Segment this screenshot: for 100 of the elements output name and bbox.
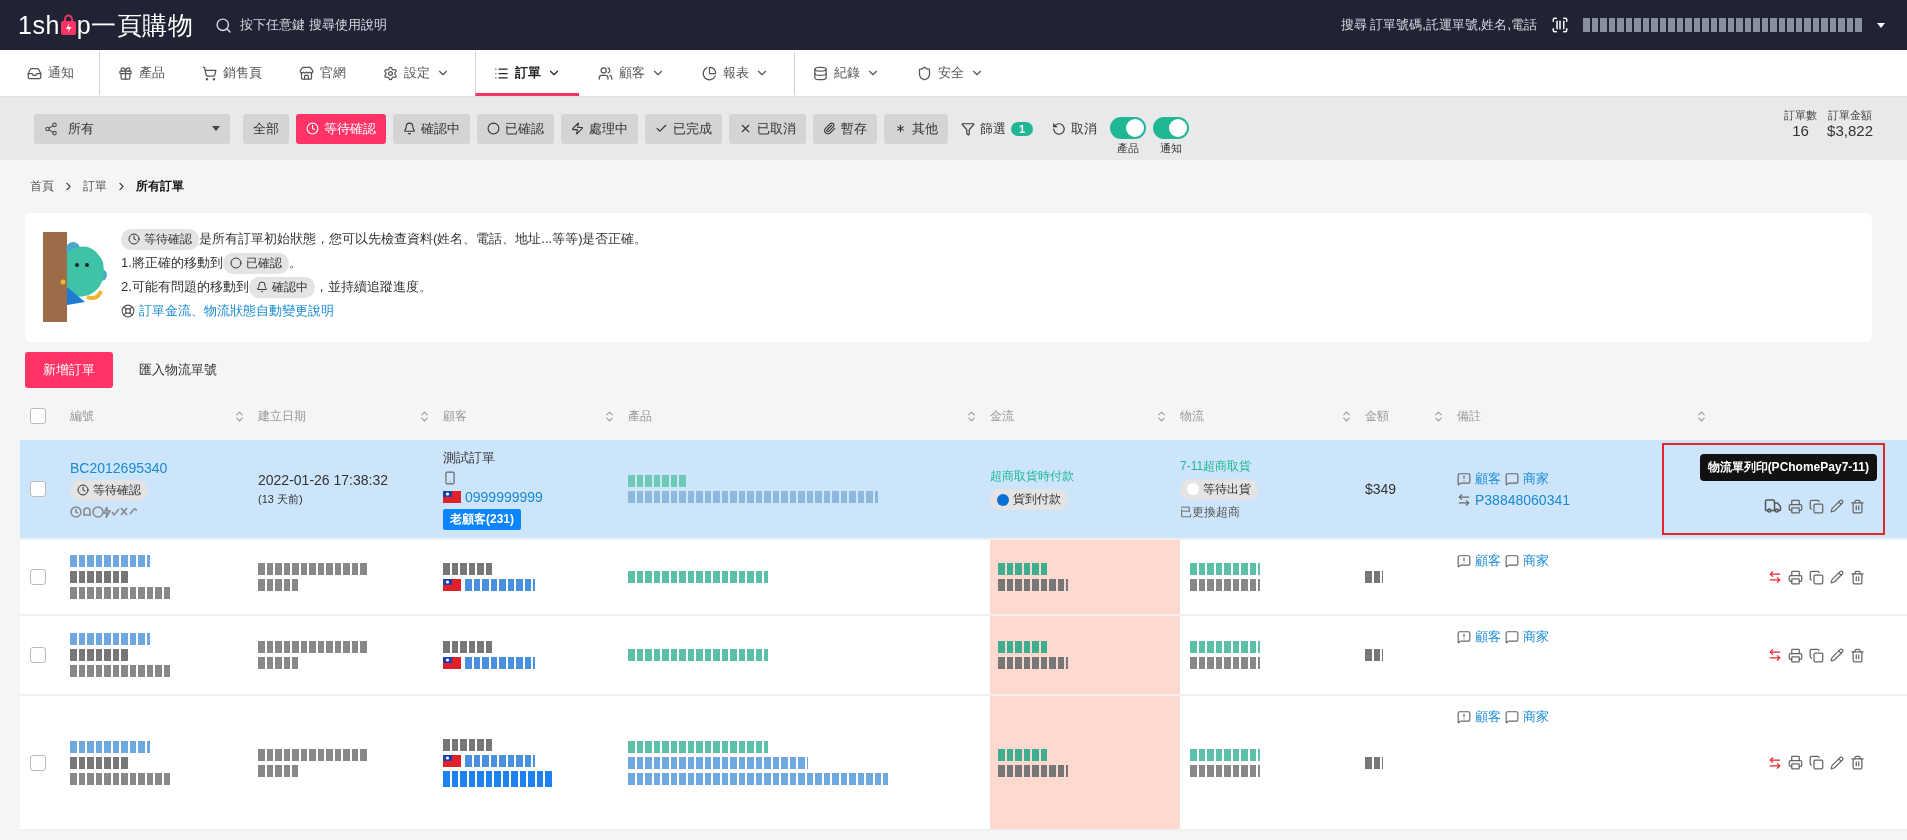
sort-icon[interactable] bbox=[965, 409, 978, 423]
status-badge: 等待確認 bbox=[70, 479, 148, 501]
printer-icon[interactable] bbox=[1788, 755, 1803, 770]
trash-icon[interactable] bbox=[1850, 755, 1865, 770]
status-filter-button[interactable]: 其他 bbox=[884, 113, 948, 144]
close-icon bbox=[739, 122, 752, 135]
customer-note-link[interactable]: 顧客 bbox=[1475, 552, 1501, 570]
printer-icon[interactable] bbox=[1788, 569, 1803, 585]
alert-message-icon bbox=[1457, 630, 1471, 644]
customer-note-link[interactable]: 顧客 bbox=[1475, 708, 1501, 726]
status-filter-button[interactable]: 處理中 bbox=[561, 113, 638, 144]
nav-tab[interactable]: 安全 bbox=[898, 50, 1002, 96]
status-filter-button[interactable]: 等待確認 bbox=[296, 113, 386, 144]
copy-icon[interactable] bbox=[1809, 498, 1824, 514]
toggle-switch[interactable] bbox=[1110, 117, 1147, 139]
printer-icon[interactable] bbox=[1788, 498, 1803, 514]
nav-tab[interactable]: 報表 bbox=[683, 50, 787, 96]
nav-tab[interactable]: 銷售頁 bbox=[183, 50, 280, 96]
breadcrumb-link[interactable]: 訂單 bbox=[83, 178, 107, 195]
select-all-checkbox[interactable] bbox=[30, 408, 46, 424]
trash-icon[interactable] bbox=[1850, 569, 1865, 585]
bell-icon bbox=[403, 122, 416, 135]
nav-tab[interactable]: 官網 bbox=[280, 50, 364, 96]
relative-time: (13 天前) bbox=[258, 491, 304, 507]
swap-icon[interactable] bbox=[1768, 755, 1782, 770]
nav-tab[interactable]: 設定 bbox=[364, 50, 468, 96]
sort-icon[interactable] bbox=[1155, 409, 1168, 423]
sort-icon[interactable] bbox=[1695, 409, 1708, 423]
help-search-hint[interactable]: 按下任意鍵 搜尋使用說明 bbox=[240, 16, 387, 34]
filter-button[interactable]: 篩選 1 bbox=[955, 113, 1040, 144]
customer-tag: 老顧客(231) bbox=[443, 508, 521, 530]
swap-icon[interactable] bbox=[1768, 648, 1782, 662]
cancel-button[interactable]: 取消 bbox=[1046, 113, 1104, 144]
customer-note-link[interactable]: 顧客 bbox=[1475, 628, 1501, 646]
copy-icon[interactable] bbox=[1809, 755, 1824, 770]
status-filter-button[interactable]: 已確認 bbox=[477, 113, 554, 144]
redacted-text bbox=[998, 563, 1048, 575]
order-search-hint[interactable]: 搜尋 訂單號碼,託運單號,姓名,電話 bbox=[1340, 16, 1537, 34]
toggle-switch[interactable] bbox=[1153, 117, 1190, 139]
status-select[interactable]: 所有 bbox=[34, 113, 230, 144]
order-row[interactable]: BC2012695340 等待確認 2022-01-26 17:38:32 (13 天前) 測試訂單 0999999999 老顧客(231) 超商取貨時付款 貨到付款 7-11超商取貨 等待出貨 已更換超商 $349 顧客 商家 P38848060341 物流單列印(PChomePay7-11) bbox=[20, 440, 1907, 540]
toggle-label: 通知 bbox=[1160, 141, 1183, 156]
nav-tab[interactable]: 產品 bbox=[99, 50, 183, 96]
merchant-note-link[interactable]: 商家 bbox=[1523, 628, 1549, 646]
barcode-scan-icon[interactable] bbox=[1551, 16, 1569, 34]
flag-icon bbox=[443, 754, 461, 767]
status-filter-button[interactable]: 暫存 bbox=[813, 113, 877, 144]
status-filter-button[interactable]: 確認中 bbox=[393, 113, 470, 144]
status-filter-button[interactable]: 已完成 bbox=[645, 113, 722, 144]
sort-icon[interactable] bbox=[603, 409, 616, 423]
row-checkbox[interactable] bbox=[30, 754, 46, 771]
edit-icon[interactable] bbox=[1830, 499, 1844, 513]
printer-icon[interactable] bbox=[1788, 647, 1803, 663]
sort-icon[interactable] bbox=[1340, 409, 1353, 423]
add-order-button[interactable]: 新增訂單 bbox=[25, 352, 113, 388]
status-filter-button[interactable]: 全部 bbox=[243, 113, 289, 144]
swap-icon[interactable] bbox=[1768, 570, 1782, 584]
nav-tab[interactable]: 顧客 bbox=[579, 50, 683, 96]
nav-tab[interactable]: 通知 bbox=[8, 50, 92, 96]
list-icon bbox=[494, 65, 509, 81]
redacted-text bbox=[998, 579, 1068, 591]
status-filter-button[interactable]: 已取消 bbox=[729, 113, 806, 144]
sort-icon[interactable] bbox=[233, 409, 246, 423]
shipping-note: 已更換超商 bbox=[1180, 503, 1241, 521]
nav-tab[interactable]: 紀錄 bbox=[794, 50, 898, 96]
message-icon bbox=[1505, 630, 1519, 644]
copy-icon[interactable] bbox=[1809, 569, 1824, 585]
trash-icon[interactable] bbox=[1850, 498, 1865, 514]
merchant-note-link[interactable]: 商家 bbox=[1523, 552, 1549, 570]
redacted-text bbox=[1190, 579, 1260, 591]
paperclip-icon bbox=[823, 122, 836, 135]
circle-icon bbox=[487, 122, 500, 135]
redacted-text bbox=[465, 754, 535, 767]
search-icon[interactable] bbox=[215, 16, 233, 34]
logo[interactable]: 1sh p一頁購物 bbox=[18, 8, 194, 42]
import-tracking-button[interactable]: 匯入物流單號 bbox=[127, 352, 229, 388]
row-checkbox[interactable] bbox=[30, 569, 46, 585]
trash-icon[interactable] bbox=[1850, 647, 1865, 663]
order-row[interactable]: 顧客 商家 bbox=[20, 696, 1907, 831]
message-icon bbox=[1505, 472, 1519, 486]
sort-icon[interactable] bbox=[1432, 409, 1445, 423]
order-row[interactable]: 顧客 商家 bbox=[20, 616, 1907, 696]
alert-message-icon bbox=[1457, 472, 1471, 486]
caret-icon[interactable] bbox=[1877, 22, 1885, 28]
merchant-note-link[interactable]: 商家 bbox=[1523, 708, 1549, 726]
sort-icon[interactable] bbox=[418, 409, 431, 423]
truck-icon[interactable] bbox=[1764, 497, 1782, 515]
payment-type: 超商取貨時付款 bbox=[990, 468, 1075, 485]
edit-icon[interactable] bbox=[1830, 755, 1844, 770]
order-amount: $349 bbox=[1365, 481, 1398, 497]
row-checkbox[interactable] bbox=[30, 647, 46, 663]
breadcrumb-link[interactable]: 首頁 bbox=[30, 178, 54, 195]
order-row[interactable]: 顧客 商家 bbox=[20, 540, 1907, 616]
help-link[interactable]: 訂單金流、物流狀態自動變更說明 bbox=[139, 302, 334, 320]
row-checkbox[interactable] bbox=[30, 481, 46, 497]
copy-icon[interactable] bbox=[1809, 647, 1824, 663]
edit-icon[interactable] bbox=[1830, 570, 1844, 584]
swap-icon bbox=[1457, 493, 1471, 507]
breadcrumb-link[interactable]: 所有訂單 bbox=[136, 178, 184, 195]
edit-icon[interactable] bbox=[1830, 648, 1844, 662]
